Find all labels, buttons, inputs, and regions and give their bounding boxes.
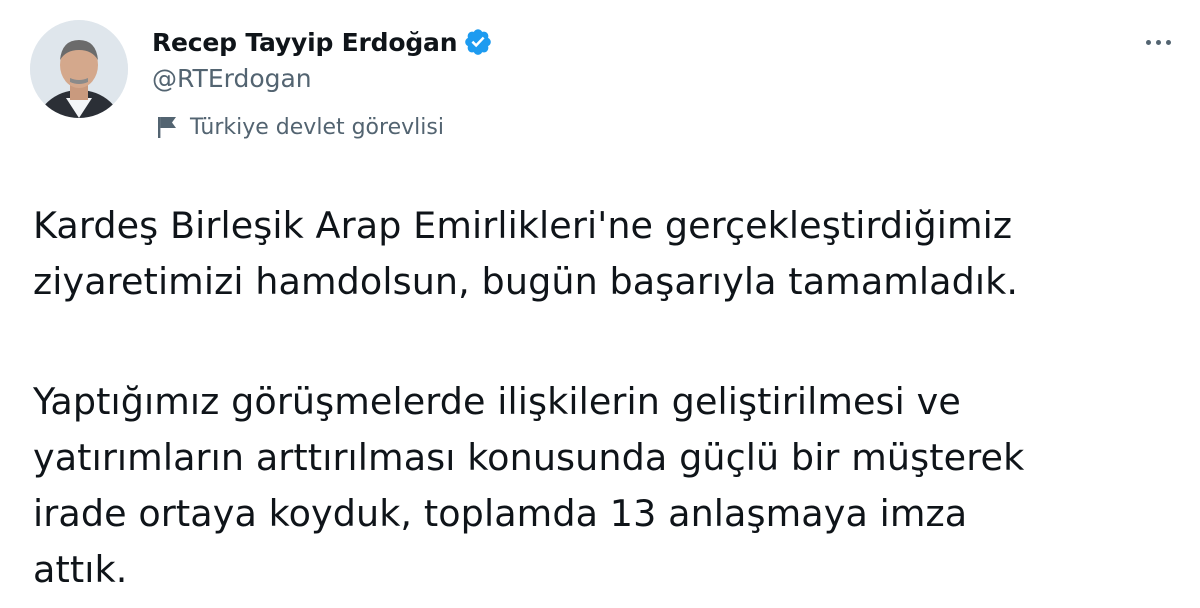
more-icon-dot [1155,39,1161,45]
flag-icon [158,117,176,138]
tweet-line: yatırımların arttırılması konusunda güçl… [33,436,1025,479]
more-icon-dot [1165,39,1171,45]
account-label[interactable]: Türkiye devlet görevlisi [156,114,444,140]
tweet-text: Kardeş Birleşik Arap Emirlikleri'ne gerç… [33,198,1183,598]
label-text: Türkiye devlet görevlisi [190,114,444,140]
tweet-line: attık. [33,548,128,591]
verified-badge-icon [465,29,492,55]
tweet-header: Recep Tayyip Erdoğan @RTErdogan [152,22,493,93]
user-handle[interactable]: @RTErdogan [152,64,493,93]
avatar[interactable] [30,20,128,118]
tweet-paragraph: Kardeş Birleşik Arap Emirlikleri'ne gerç… [33,198,1183,310]
tweet-paragraph: Yaptığımız görüşmelerde ilişkilerin geli… [33,374,1183,598]
more-icon-dot [1145,39,1151,45]
more-options-button[interactable] [1136,30,1180,54]
profile-photo [30,20,128,118]
tweet-line: irade ortaya koyduk, toplamda 13 anlaşma… [33,492,968,535]
display-name[interactable]: Recep Tayyip Erdoğan [152,28,458,57]
tweet-line: Yaptığımız görüşmelerde ilişkilerin geli… [33,380,961,423]
tweet-line: ziyaretimizi hamdolsun, bugün başarıyla … [33,260,1019,303]
tweet-line: Kardeş Birleşik Arap Emirlikleri'ne gerç… [33,204,1013,247]
name-row: Recep Tayyip Erdoğan [152,22,493,62]
